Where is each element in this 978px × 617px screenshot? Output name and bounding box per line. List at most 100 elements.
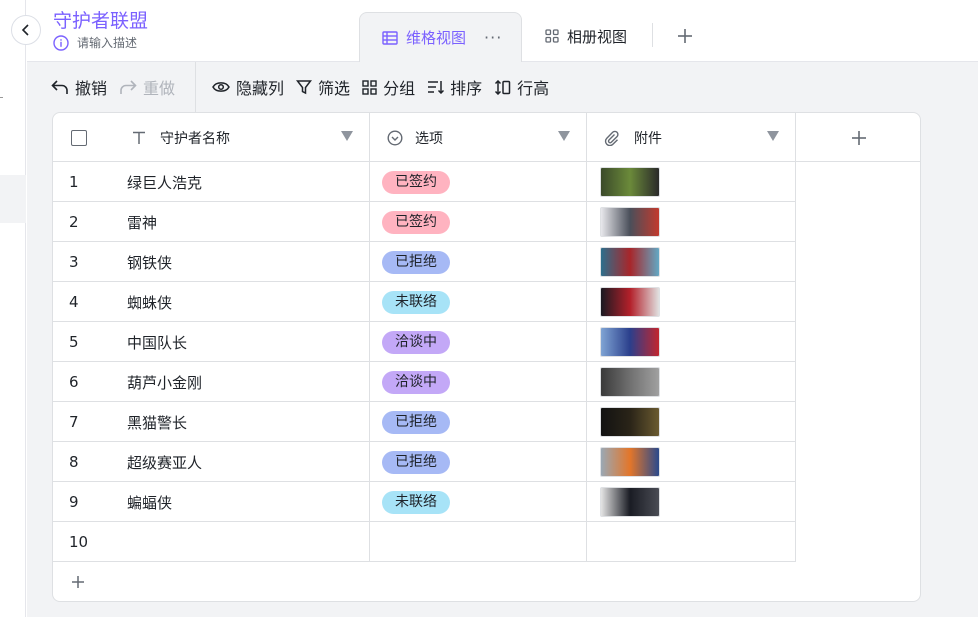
redo-label: 重做 bbox=[143, 79, 176, 98]
cell-attachment[interactable] bbox=[587, 202, 796, 242]
header: 守护者联盟 请输入描述 维格视图 ··· 相册视图 bbox=[27, 0, 978, 62]
column-header-name[interactable]: 守护者名称 bbox=[123, 113, 370, 162]
undo-button[interactable]: 撤销 bbox=[51, 75, 107, 99]
cell-attachment[interactable] bbox=[587, 402, 796, 442]
add-column-button[interactable] bbox=[796, 113, 920, 162]
cell-option[interactable]: 已拒绝 bbox=[370, 442, 587, 482]
cell-option[interactable]: 未联络 bbox=[370, 482, 587, 522]
redo-button[interactable]: 重做 bbox=[119, 75, 175, 99]
caret-down-icon[interactable] bbox=[558, 131, 570, 141]
table-row[interactable]: 9 蝙蝠侠 未联络 bbox=[53, 482, 796, 522]
cell-guardian-name[interactable]: 超级赛亚人 bbox=[123, 442, 370, 482]
tab-album-view[interactable]: 相册视图 bbox=[545, 12, 627, 60]
option-tag: 已拒绝 bbox=[382, 250, 450, 274]
table-row[interactable]: 8 超级赛亚人 已拒绝 bbox=[53, 442, 796, 482]
attachment-thumbnail[interactable] bbox=[600, 247, 660, 277]
cell-option[interactable]: 洽谈中 bbox=[370, 362, 587, 402]
cell-guardian-name[interactable] bbox=[123, 522, 370, 562]
row-height-button[interactable]: 行高 bbox=[494, 75, 549, 99]
attachment-thumbnail[interactable] bbox=[600, 367, 660, 397]
add-view-button[interactable] bbox=[673, 22, 697, 50]
cell-guardian-name[interactable]: 蝙蝠侠 bbox=[123, 482, 370, 522]
table-row[interactable]: 1 绿巨人浩克 已签约 bbox=[53, 162, 796, 202]
cell-guardian-name[interactable]: 中国队长 bbox=[123, 322, 370, 362]
attachment-thumbnail[interactable] bbox=[600, 327, 660, 357]
table-row[interactable]: 3 钢铁侠 已拒绝 bbox=[53, 242, 796, 282]
cell-attachment[interactable] bbox=[587, 522, 796, 562]
group-label: 分组 bbox=[383, 79, 416, 98]
cell-option[interactable]: 未联络 bbox=[370, 282, 587, 322]
cell-guardian-name[interactable]: 葫芦小金刚 bbox=[123, 362, 370, 402]
cell-option[interactable]: 已签约 bbox=[370, 162, 587, 202]
column-header-option[interactable]: 选项 bbox=[370, 113, 587, 162]
cell-attachment[interactable] bbox=[587, 322, 796, 362]
sort-button[interactable]: 排序 bbox=[427, 75, 482, 99]
table-row[interactable]: 7 黑猫警长 已拒绝 bbox=[53, 402, 796, 442]
row-number: 9 bbox=[69, 493, 79, 511]
more-icon[interactable]: ··· bbox=[484, 28, 502, 47]
cell-guardian-name[interactable]: 蜘蛛侠 bbox=[123, 282, 370, 322]
filter-label: 筛选 bbox=[318, 79, 351, 98]
column-header-label: 守护者名称 bbox=[160, 130, 230, 147]
row-number: 6 bbox=[69, 373, 79, 391]
attachment-thumbnail[interactable] bbox=[600, 447, 660, 477]
attachment-thumbnail[interactable] bbox=[600, 167, 660, 197]
caret-down-icon[interactable] bbox=[767, 131, 779, 141]
description-placeholder: 请输入描述 bbox=[77, 36, 138, 50]
table-row[interactable]: 2 雷神 已签约 bbox=[53, 202, 796, 242]
table-row[interactable]: 10 bbox=[53, 522, 796, 562]
cell-option[interactable]: 洽谈中 bbox=[370, 322, 587, 362]
left-sidebar-strip bbox=[0, 0, 26, 617]
row-number: 7 bbox=[69, 413, 79, 431]
cell-guardian-name[interactable]: 黑猫警长 bbox=[123, 402, 370, 442]
attachment-thumbnail[interactable] bbox=[600, 207, 660, 237]
table-row[interactable]: 4 蜘蛛侠 未联络 bbox=[53, 282, 796, 322]
collapse-sidebar-button[interactable] bbox=[11, 15, 41, 45]
column-header-attachment[interactable]: 附件 bbox=[587, 113, 796, 162]
row-number: 10 bbox=[69, 533, 89, 551]
table-row[interactable]: 6 葫芦小金刚 洽谈中 bbox=[53, 362, 796, 402]
cell-attachment[interactable] bbox=[587, 482, 796, 522]
info-icon bbox=[53, 34, 69, 51]
cell-guardian-name[interactable]: 绿巨人浩克 bbox=[123, 162, 370, 202]
description-row[interactable]: 请输入描述 bbox=[53, 34, 137, 51]
cell-option[interactable]: 已拒绝 bbox=[370, 242, 587, 282]
column-header-label: 选项 bbox=[415, 130, 443, 147]
select-all-cell bbox=[53, 113, 123, 162]
row-number: 3 bbox=[69, 253, 79, 271]
option-tag: 未联络 bbox=[382, 490, 450, 514]
table-row[interactable]: 5 中国队长 洽谈中 bbox=[53, 322, 796, 362]
group-button[interactable]: 分组 bbox=[362, 75, 415, 99]
option-tag: 已签约 bbox=[382, 210, 450, 234]
sidebar-selected-item[interactable] bbox=[0, 175, 26, 223]
header-row: 守护者名称 选项 附件 bbox=[53, 113, 920, 162]
cell-attachment[interactable] bbox=[587, 282, 796, 322]
hide-columns-button[interactable]: 隐藏列 bbox=[212, 75, 284, 99]
grid-table-icon bbox=[382, 30, 398, 45]
option-tag: 已拒绝 bbox=[382, 450, 450, 474]
add-record-button[interactable] bbox=[53, 562, 920, 601]
attachment-thumbnail[interactable] bbox=[600, 407, 660, 437]
cell-guardian-name[interactable]: 钢铁侠 bbox=[123, 242, 370, 282]
undo-icon bbox=[51, 80, 68, 94]
cell-attachment[interactable] bbox=[587, 442, 796, 482]
main-area: 撤销 重做 隐藏列 筛选 分组 排序 行高 守护者名称 选项 附件 1 绿巨人浩… bbox=[27, 62, 978, 617]
row-height-label: 行高 bbox=[517, 79, 550, 98]
attachment-thumbnail[interactable] bbox=[600, 487, 660, 517]
cell-attachment[interactable] bbox=[587, 362, 796, 402]
cell-option[interactable] bbox=[370, 522, 587, 562]
cell-guardian-name[interactable]: 雷神 bbox=[123, 202, 370, 242]
guardian-name-text: 钢铁侠 bbox=[127, 253, 173, 272]
cell-attachment[interactable] bbox=[587, 242, 796, 282]
tab-grid-view[interactable]: 维格视图 ··· bbox=[359, 12, 522, 62]
cell-attachment[interactable] bbox=[587, 162, 796, 202]
cell-option[interactable]: 已签约 bbox=[370, 202, 587, 242]
base-title[interactable]: 守护者联盟 bbox=[53, 6, 148, 33]
cell-option[interactable]: 已拒绝 bbox=[370, 402, 587, 442]
attachment-thumbnail[interactable] bbox=[600, 287, 660, 317]
select-all-checkbox[interactable] bbox=[71, 129, 87, 146]
single-select-icon bbox=[387, 129, 403, 146]
filter-button[interactable]: 筛选 bbox=[296, 75, 350, 99]
option-tag: 洽谈中 bbox=[382, 330, 450, 354]
caret-down-icon[interactable] bbox=[341, 131, 353, 141]
